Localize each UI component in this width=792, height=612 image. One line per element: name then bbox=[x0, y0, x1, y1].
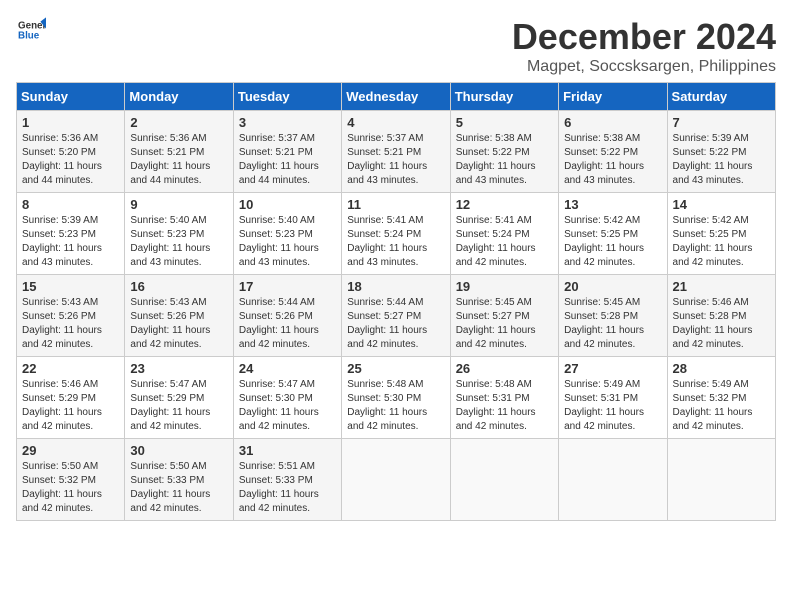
day-7: 7 Sunrise: 5:39 AMSunset: 5:22 PMDayligh… bbox=[667, 111, 775, 193]
week-row-5: 29 Sunrise: 5:50 AMSunset: 5:32 PMDaylig… bbox=[17, 439, 776, 521]
week-row-4: 22 Sunrise: 5:46 AMSunset: 5:29 PMDaylig… bbox=[17, 357, 776, 439]
day-21: 21 Sunrise: 5:46 AMSunset: 5:28 PMDaylig… bbox=[667, 275, 775, 357]
day-11: 11 Sunrise: 5:41 AMSunset: 5:24 PMDaylig… bbox=[342, 193, 450, 275]
day-24: 24 Sunrise: 5:47 AMSunset: 5:30 PMDaylig… bbox=[233, 357, 341, 439]
day-3: 3 Sunrise: 5:37 AMSunset: 5:21 PMDayligh… bbox=[233, 111, 341, 193]
header-friday: Friday bbox=[559, 83, 667, 111]
day-15: 15 Sunrise: 5:43 AMSunset: 5:26 PMDaylig… bbox=[17, 275, 125, 357]
day-28: 28 Sunrise: 5:49 AMSunset: 5:32 PMDaylig… bbox=[667, 357, 775, 439]
day-30: 30 Sunrise: 5:50 AMSunset: 5:33 PMDaylig… bbox=[125, 439, 233, 521]
calendar-table: Sunday Monday Tuesday Wednesday Thursday… bbox=[16, 82, 776, 521]
day-20: 20 Sunrise: 5:45 AMSunset: 5:28 PMDaylig… bbox=[559, 275, 667, 357]
day-9: 9 Sunrise: 5:40 AMSunset: 5:23 PMDayligh… bbox=[125, 193, 233, 275]
header-sunday: Sunday bbox=[17, 83, 125, 111]
day-13: 13 Sunrise: 5:42 AMSunset: 5:25 PMDaylig… bbox=[559, 193, 667, 275]
day-8: 8 Sunrise: 5:39 AMSunset: 5:23 PMDayligh… bbox=[17, 193, 125, 275]
day-25: 25 Sunrise: 5:48 AMSunset: 5:30 PMDaylig… bbox=[342, 357, 450, 439]
day-26: 26 Sunrise: 5:48 AMSunset: 5:31 PMDaylig… bbox=[450, 357, 558, 439]
day-6: 6 Sunrise: 5:38 AMSunset: 5:22 PMDayligh… bbox=[559, 111, 667, 193]
day-16: 16 Sunrise: 5:43 AMSunset: 5:26 PMDaylig… bbox=[125, 275, 233, 357]
title-area: December 2024 Magpet, Soccsksargen, Phil… bbox=[512, 16, 776, 76]
logo: General Blue bbox=[16, 16, 46, 44]
day-12: 12 Sunrise: 5:41 AMSunset: 5:24 PMDaylig… bbox=[450, 193, 558, 275]
header-monday: Monday bbox=[125, 83, 233, 111]
empty-cell-3 bbox=[559, 439, 667, 521]
day-31: 31 Sunrise: 5:51 AMSunset: 5:33 PMDaylig… bbox=[233, 439, 341, 521]
page-container: General Blue December 2024 Magpet, Soccs… bbox=[16, 16, 776, 521]
calendar-title: December 2024 bbox=[512, 16, 776, 58]
svg-text:Blue: Blue bbox=[18, 30, 40, 41]
header-thursday: Thursday bbox=[450, 83, 558, 111]
day-27: 27 Sunrise: 5:49 AMSunset: 5:31 PMDaylig… bbox=[559, 357, 667, 439]
header: General Blue December 2024 Magpet, Soccs… bbox=[16, 16, 776, 76]
day-2: 2 Sunrise: 5:36 AMSunset: 5:21 PMDayligh… bbox=[125, 111, 233, 193]
header-tuesday: Tuesday bbox=[233, 83, 341, 111]
weekday-header-row: Sunday Monday Tuesday Wednesday Thursday… bbox=[17, 83, 776, 111]
day-5: 5 Sunrise: 5:38 AMSunset: 5:22 PMDayligh… bbox=[450, 111, 558, 193]
day-18: 18 Sunrise: 5:44 AMSunset: 5:27 PMDaylig… bbox=[342, 275, 450, 357]
empty-cell-1 bbox=[342, 439, 450, 521]
day-19: 19 Sunrise: 5:45 AMSunset: 5:27 PMDaylig… bbox=[450, 275, 558, 357]
day-10: 10 Sunrise: 5:40 AMSunset: 5:23 PMDaylig… bbox=[233, 193, 341, 275]
week-row-2: 8 Sunrise: 5:39 AMSunset: 5:23 PMDayligh… bbox=[17, 193, 776, 275]
week-row-3: 15 Sunrise: 5:43 AMSunset: 5:26 PMDaylig… bbox=[17, 275, 776, 357]
empty-cell-2 bbox=[450, 439, 558, 521]
calendar-subtitle: Magpet, Soccsksargen, Philippines bbox=[512, 58, 776, 76]
header-saturday: Saturday bbox=[667, 83, 775, 111]
day-23: 23 Sunrise: 5:47 AMSunset: 5:29 PMDaylig… bbox=[125, 357, 233, 439]
day-1: 1 Sunrise: 5:36 AMSunset: 5:20 PMDayligh… bbox=[17, 111, 125, 193]
header-wednesday: Wednesday bbox=[342, 83, 450, 111]
day-22: 22 Sunrise: 5:46 AMSunset: 5:29 PMDaylig… bbox=[17, 357, 125, 439]
day-17: 17 Sunrise: 5:44 AMSunset: 5:26 PMDaylig… bbox=[233, 275, 341, 357]
day-14: 14 Sunrise: 5:42 AMSunset: 5:25 PMDaylig… bbox=[667, 193, 775, 275]
empty-cell-4 bbox=[667, 439, 775, 521]
day-4: 4 Sunrise: 5:37 AMSunset: 5:21 PMDayligh… bbox=[342, 111, 450, 193]
general-blue-icon: General Blue bbox=[18, 16, 46, 44]
day-29: 29 Sunrise: 5:50 AMSunset: 5:32 PMDaylig… bbox=[17, 439, 125, 521]
week-row-1: 1 Sunrise: 5:36 AMSunset: 5:20 PMDayligh… bbox=[17, 111, 776, 193]
